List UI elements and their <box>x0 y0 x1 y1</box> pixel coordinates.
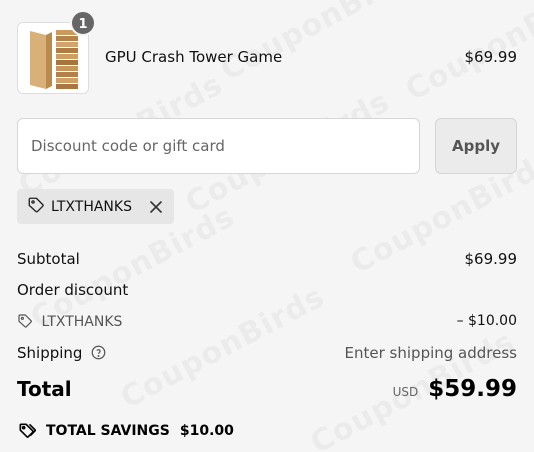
discount-code-input[interactable] <box>17 118 420 174</box>
total-savings-row: TOTAL SAVINGS $10.00 <box>17 421 234 441</box>
tag-icon <box>17 313 33 333</box>
tags-icon <box>17 421 37 441</box>
apply-button[interactable]: Apply <box>435 118 517 174</box>
applied-discount-code: LTXTHANKS <box>51 198 132 215</box>
discount-value: – $10.00 <box>456 313 517 329</box>
total-amount-group: USD $59.99 <box>393 376 517 402</box>
help-circle-icon[interactable] <box>91 345 106 364</box>
total-label: Total <box>17 377 72 401</box>
order-discount-label: Order discount <box>17 281 129 299</box>
shipping-value: Enter shipping address <box>344 344 517 362</box>
discount-code-label: LTXTHANKS <box>41 314 123 330</box>
subtotal-value: $69.99 <box>464 250 518 268</box>
total-value: $59.99 <box>428 376 517 402</box>
product-line-item: 1 GPU Crash Tower Game $69.99 <box>17 10 518 94</box>
close-icon[interactable] <box>146 197 166 217</box>
product-name: GPU Crash Tower Game <box>105 48 283 66</box>
subtotal-label: Subtotal <box>17 250 80 268</box>
order-discount-row: Order discount <box>17 281 517 299</box>
applied-discount-chip: LTXTHANKS <box>17 189 174 224</box>
total-savings-label: TOTAL SAVINGS <box>46 423 170 439</box>
quantity-badge: 1 <box>70 10 96 36</box>
product-price: $69.99 <box>464 48 518 66</box>
tag-icon <box>27 196 45 218</box>
currency-code: USD <box>392 385 419 399</box>
subtotal-row: Subtotal $69.99 <box>17 250 517 268</box>
shipping-row: Shipping Enter shipping address <box>17 344 517 364</box>
shipping-label: Shipping <box>17 344 83 362</box>
total-savings-value: $10.00 <box>179 423 234 439</box>
discount-code-row: LTXTHANKS – $10.00 <box>17 313 517 333</box>
